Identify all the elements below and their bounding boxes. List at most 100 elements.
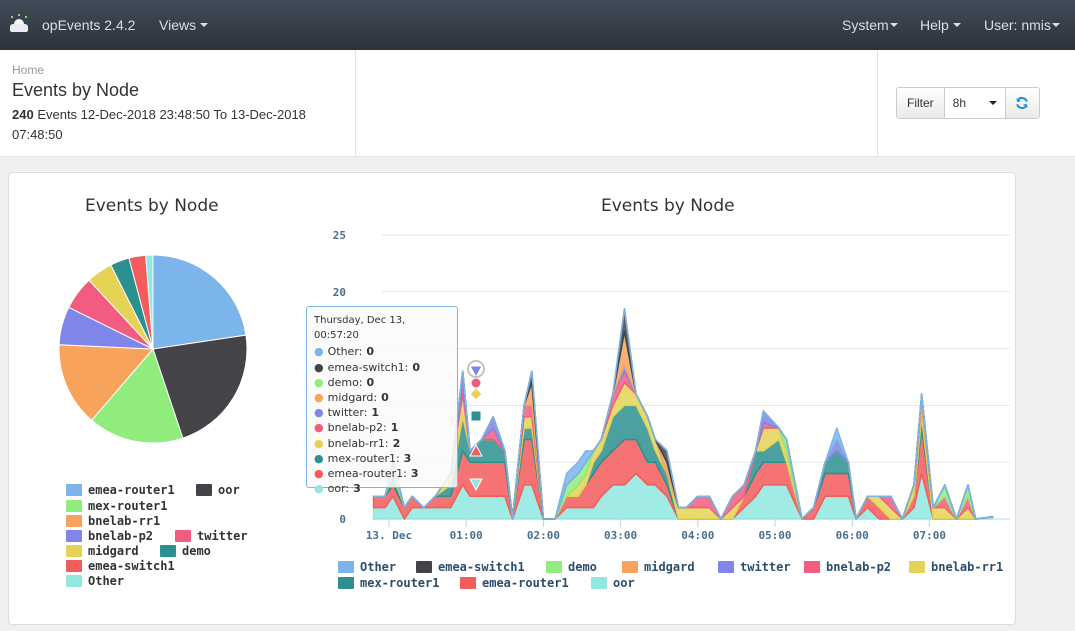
tooltip-series-name: emea-switch1: [327, 360, 409, 374]
tooltip-series-value: 3 [353, 482, 361, 496]
tooltip-series-value: 0 [366, 345, 375, 359]
tooltip-row: ● bnelab-p2: 1 [314, 420, 450, 435]
pie-legend-item[interactable]: oor [196, 483, 240, 497]
area-legend-item[interactable]: bnelab-rr1 [909, 560, 1003, 574]
tooltip-series-value: 3 [410, 467, 419, 481]
tooltip-series-name: twitter: [327, 406, 368, 420]
legend-label: Other [360, 560, 397, 574]
tooltip-series-value: 1 [390, 421, 399, 435]
tooltip-row: ● bnelab-rr1: 2 [314, 436, 450, 451]
tooltip-series-name: bnelab-p2: [327, 421, 387, 435]
legend-label: emea-router1 [482, 576, 569, 590]
legend-swatch [338, 577, 354, 589]
x-tick-label: 01:00 [450, 529, 483, 542]
x-tick-label: 04:00 [681, 529, 714, 542]
series-dot-icon: ● [314, 451, 324, 465]
tooltip-series-value: 0 [412, 360, 421, 374]
legend-swatch [416, 561, 432, 573]
tooltip-row: ● Other: 0 [314, 344, 450, 359]
pie-legend-item[interactable]: bnelab-p2 [66, 529, 153, 543]
area-legend-item[interactable]: mex-router1 [338, 576, 439, 590]
tooltip-series-name: demo: [327, 375, 363, 389]
legend-label: bnelab-rr1 [931, 560, 1004, 574]
x-tick-label: 05:00 [758, 529, 791, 542]
y-tick-label: 20 [333, 286, 346, 299]
y-tick-label: 25 [333, 229, 346, 242]
legend-swatch [66, 515, 82, 527]
pie-legend-item[interactable]: emea-switch1 [66, 559, 175, 573]
hover-marker [470, 410, 482, 422]
legend-label: emea-switch1 [438, 560, 525, 574]
chart-tooltip: Thursday, Dec 13, 00:57:20 ● Other: 0 ● emea… [306, 306, 458, 495]
pie-legend-item[interactable]: emea-router1 [66, 483, 175, 497]
area-legend-item[interactable]: Other [338, 560, 396, 574]
legend-label: mex-router1 [88, 499, 168, 513]
series-dot-icon: ● [314, 436, 324, 450]
series-dot-icon: ● [314, 360, 324, 374]
legend-swatch [591, 577, 607, 589]
legend-swatch [804, 561, 820, 573]
series-dot-icon: ● [314, 345, 324, 359]
tooltip-row: ● emea-switch1: 0 [314, 360, 450, 375]
legend-swatch [718, 561, 734, 573]
series-dot-icon: ● [314, 391, 324, 405]
y-tick-label: 0 [339, 513, 346, 526]
legend-swatch [546, 561, 562, 573]
legend-swatch [909, 561, 925, 573]
legend-swatch [66, 560, 82, 572]
tooltip-series-name: bnelab-rr1: [327, 436, 389, 450]
pie-legend-item[interactable]: mex-router1 [66, 499, 167, 513]
area-legend-item[interactable]: twitter [718, 560, 791, 574]
pie-legend-item[interactable]: midgard [66, 544, 139, 558]
tooltip-row: ● midgard: 0 [314, 390, 450, 405]
legend-swatch [66, 484, 82, 496]
area-legend-item[interactable]: demo [546, 560, 597, 574]
tooltip-row: ● emea-router1: 3 [314, 466, 450, 481]
series-dot-icon: ● [314, 375, 324, 389]
legend-label: twitter [740, 560, 791, 574]
series-dot-icon: ● [314, 421, 324, 435]
tooltip-row: ● mex-router1: 3 [314, 451, 450, 466]
legend-label: demo [182, 544, 211, 558]
tooltip-series-value: 3 [403, 451, 412, 465]
tooltip-series-name: Other: [327, 345, 363, 359]
legend-label: emea-switch1 [88, 559, 175, 573]
hover-marker [470, 377, 482, 389]
pie-legend-item[interactable]: bnelab-rr1 [66, 514, 160, 528]
tooltip-row: ● oor: 3 [314, 481, 450, 496]
tooltip-series-value: 0 [366, 375, 375, 389]
area-legend-item[interactable]: bnelab-p2 [804, 560, 891, 574]
area-legend-item[interactable]: emea-switch1 [416, 560, 525, 574]
legend-label: bnelab-p2 [88, 529, 154, 543]
tooltip-series-name: emea-router1: [327, 467, 407, 481]
pie-legend-item[interactable]: Other [66, 574, 124, 588]
legend-swatch [160, 545, 176, 557]
legend-swatch [66, 575, 82, 587]
tooltip-series-value: 2 [392, 436, 401, 450]
tooltip-row: ● twitter: 1 [314, 405, 450, 420]
x-tick-label: 03:00 [604, 529, 637, 542]
legend-label: twitter [197, 529, 248, 543]
x-tick-label: 13. Dec [366, 529, 412, 542]
tooltip-series-name: oor: [327, 482, 350, 496]
legend-label: oor [613, 576, 635, 590]
tooltip-series-name: midgard: [327, 391, 378, 405]
legend-label: bnelab-p2 [826, 560, 892, 574]
legend-label: Other [88, 574, 125, 588]
pie-legend-item[interactable]: twitter [175, 529, 248, 543]
pie-legend-item[interactable]: demo [160, 544, 211, 558]
legend-swatch [66, 545, 82, 557]
area-legend-item[interactable]: emea-router1 [460, 576, 569, 590]
legend-swatch [196, 484, 212, 496]
area-legend-item[interactable]: midgard [622, 560, 695, 574]
legend-swatch [66, 500, 82, 512]
x-tick-label: 07:00 [913, 529, 946, 542]
legend-swatch [460, 577, 476, 589]
legend-label: midgard [88, 544, 139, 558]
series-dot-icon: ● [314, 406, 324, 420]
area-legend-item[interactable]: oor [591, 576, 635, 590]
hover-marker [469, 387, 483, 401]
legend-swatch [175, 530, 191, 542]
legend-label: demo [568, 560, 597, 574]
series-dot-icon: ● [314, 482, 324, 496]
